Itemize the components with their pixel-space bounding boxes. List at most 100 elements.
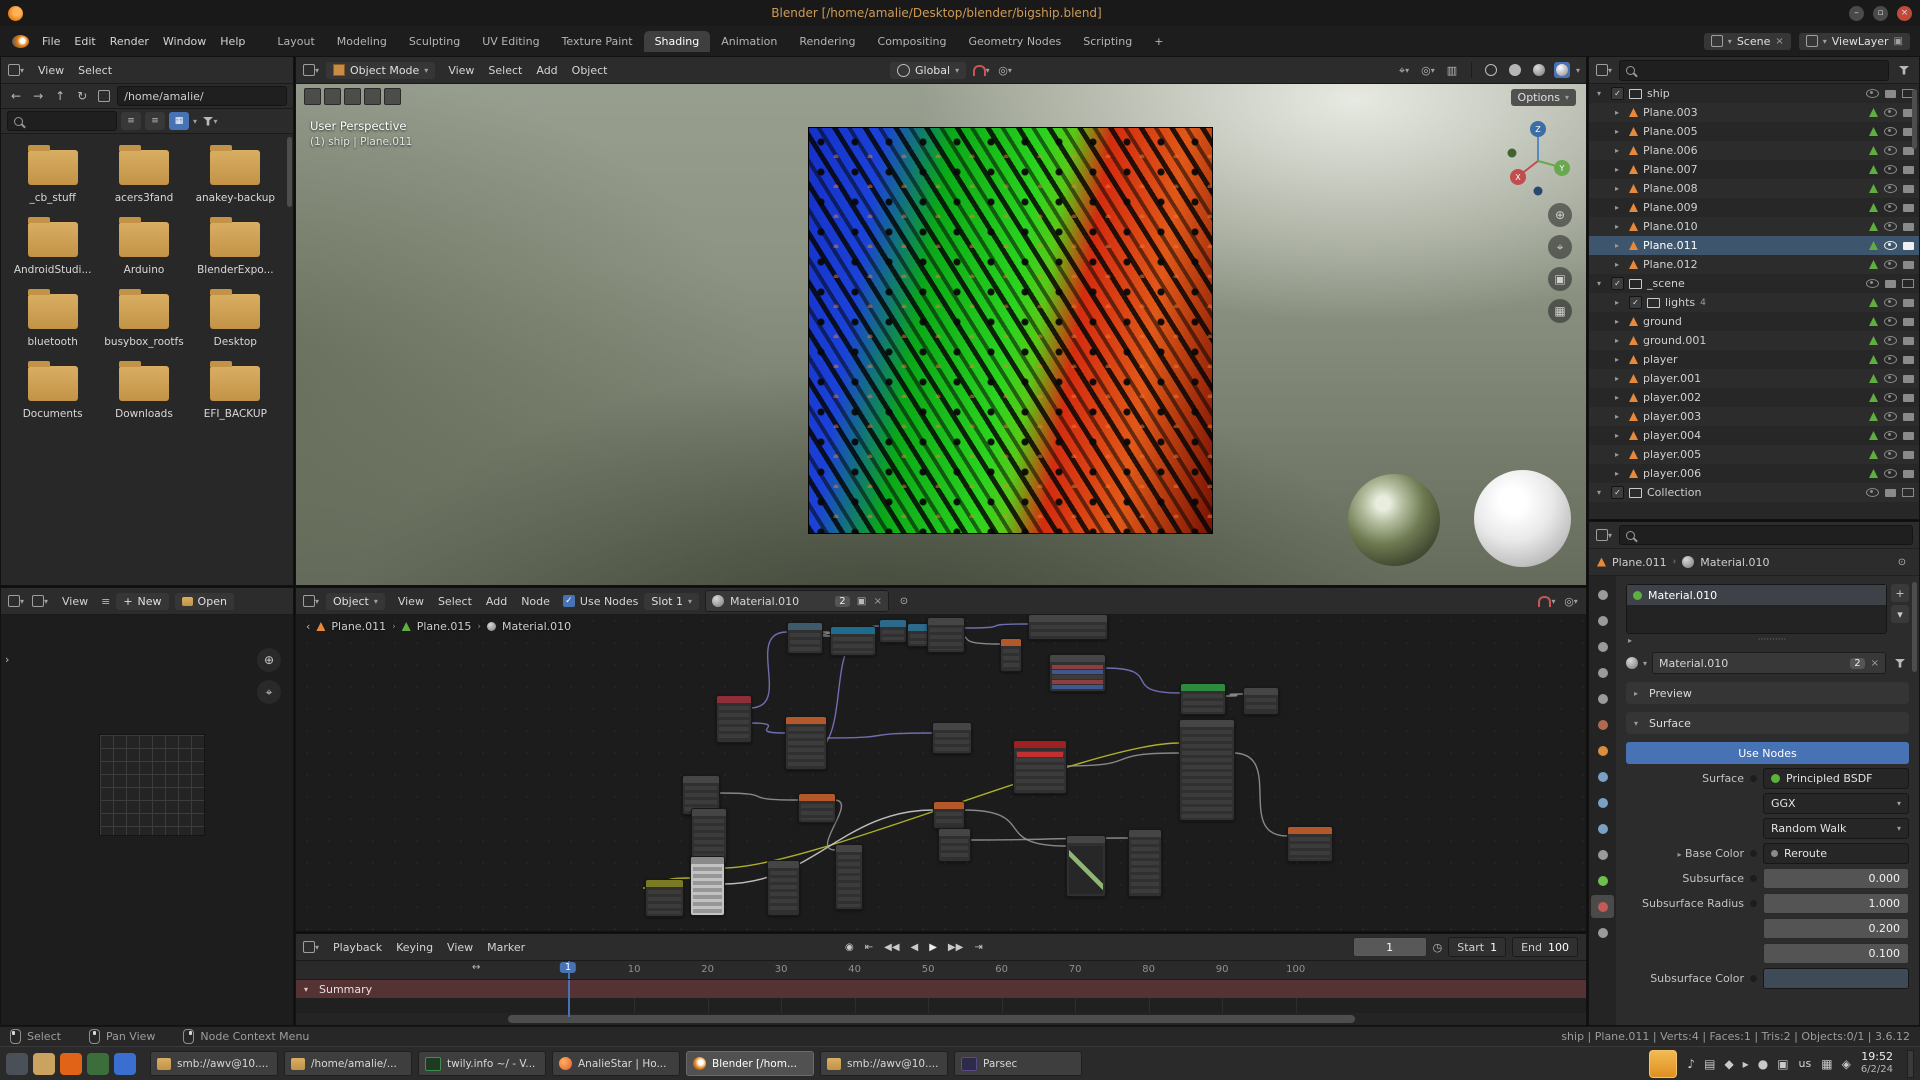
eye-icon[interactable] <box>1884 108 1897 117</box>
outliner-item-plane-012[interactable]: ▸Plane.012 <box>1589 255 1919 274</box>
workspace-tab-layout[interactable]: Layout <box>266 31 325 52</box>
snap-toggle[interactable]: ▾ <box>972 61 990 79</box>
workspace-tab-rendering[interactable]: Rendering <box>788 31 866 52</box>
outliner-collection-collection[interactable]: ▾✓Collection <box>1589 483 1919 502</box>
prev-keyframe-button[interactable]: ◀◀ <box>880 940 903 955</box>
file-folder-busybox-rootfs[interactable]: busybox_rootfs <box>98 288 189 348</box>
workspace-tab-geometry-nodes[interactable]: Geometry Nodes <box>957 31 1072 52</box>
file-folder-bluetooth[interactable]: bluetooth <box>7 288 98 348</box>
tray-icon-1[interactable]: ♪ <box>1687 1057 1695 1071</box>
navigation-gizmo[interactable]: Z X Y <box>1502 117 1574 201</box>
outliner-item-plane-005[interactable]: ▸Plane.005 <box>1589 122 1919 141</box>
toggle-ortho-icon[interactable]: ▦ <box>1548 299 1572 323</box>
taskbar-window-smb-awv-10[interactable]: smb://awv@10.... <box>820 1051 948 1076</box>
shading-wireframe-button[interactable] <box>1482 61 1500 79</box>
collection-checkbox[interactable]: ✓ <box>1611 486 1624 499</box>
outliner-item-ground-001[interactable]: ▸ground.001 <box>1589 331 1919 350</box>
workspace-tab-shading[interactable]: Shading <box>644 31 711 52</box>
outliner-item-lights[interactable]: ▸✓lights4 <box>1589 293 1919 312</box>
end-frame-field[interactable]: End100 <box>1512 937 1578 957</box>
expand-icon[interactable]: ▾ <box>1597 488 1606 497</box>
eye-icon[interactable] <box>1884 241 1897 250</box>
properties-tab-tool[interactable] <box>1591 583 1614 606</box>
display-vertical-list-button[interactable]: ≡ <box>121 112 141 130</box>
workspace-tab-sculpting[interactable]: Sculpting <box>398 31 471 52</box>
taskbar-window-twily-info-v[interactable]: twily.info ~/ - V... <box>418 1051 546 1076</box>
search-input[interactable] <box>7 111 117 131</box>
timeline-scrollbar[interactable] <box>296 1013 1586 1025</box>
outliner-item-plane-011[interactable]: ▸Plane.011 <box>1589 236 1919 255</box>
shader-node-18[interactable] <box>835 844 863 910</box>
slot-dropdown[interactable]: Slot 1▾ <box>644 593 699 610</box>
eye-icon[interactable] <box>1884 146 1897 155</box>
expand-icon[interactable]: ▸ <box>1615 355 1624 364</box>
proportional-editing-toggle[interactable]: ◎▾ <box>996 61 1014 79</box>
show-desktop-button[interactable] <box>1907 1050 1914 1078</box>
orientation-dropdown[interactable]: Global ▾ <box>890 62 966 79</box>
zoom-tool-icon[interactable]: ⊕ <box>1548 203 1572 227</box>
camera-icon[interactable] <box>1885 280 1896 288</box>
blender-logo-icon[interactable] <box>12 35 29 48</box>
maximize-button[interactable]: ▫ <box>1873 6 1888 21</box>
workspace-tab-compositing[interactable]: Compositing <box>867 31 958 52</box>
users-count-badge[interactable]: 2 <box>1850 658 1864 669</box>
viewlayer-selector[interactable]: ▾ ViewLayer ▣ <box>1799 33 1910 50</box>
expand-icon[interactable]: ▸ <box>1615 317 1624 326</box>
camera-icon[interactable] <box>1903 451 1914 459</box>
subsurface-radius-x-slider[interactable]: 1.000 <box>1763 893 1909 914</box>
outliner-item-plane-009[interactable]: ▸Plane.009 <box>1589 198 1919 217</box>
breadcrumb-object[interactable]: Plane.011 <box>1612 556 1667 569</box>
base-color-input[interactable]: Reroute <box>1763 843 1909 864</box>
camera-icon[interactable] <box>1903 242 1914 250</box>
new-image-button[interactable]: + New <box>116 593 168 610</box>
outliner-item-ground[interactable]: ▸ground <box>1589 312 1919 331</box>
camera-icon[interactable] <box>1903 261 1914 269</box>
close-button[interactable]: × <box>1897 6 1912 21</box>
eye-icon[interactable] <box>1884 336 1897 345</box>
file-folder-acers3fand[interactable]: acers3fand <box>98 144 189 204</box>
zoom-handle-icon[interactable]: ↔ <box>472 963 480 973</box>
mode-dropdown[interactable]: Object Mode ▾ <box>326 62 435 79</box>
tool-icon[interactable] <box>344 88 361 105</box>
expand-icon[interactable]: ▸ <box>1615 374 1624 383</box>
gizmos-toggle[interactable]: ⌖▾ <box>1395 61 1413 79</box>
workspace-add-button[interactable]: + <box>1143 31 1174 52</box>
shader-node-26[interactable] <box>1287 826 1333 862</box>
jump-to-start-button[interactable]: ⇤ <box>861 940 877 955</box>
properties-tab-constraints[interactable] <box>1591 843 1614 866</box>
xray-toggle[interactable]: ▥ <box>1443 61 1461 79</box>
material-slot-list[interactable]: Material.010 <box>1626 584 1887 634</box>
shader-node-12[interactable] <box>932 722 972 754</box>
copy-icon[interactable]: ▣ <box>856 592 868 610</box>
tray-icon-b2[interactable]: ◈ <box>1842 1057 1851 1071</box>
camera-icon[interactable] <box>1885 90 1896 98</box>
camera-icon[interactable] <box>1903 432 1914 440</box>
eye-icon[interactable] <box>1884 450 1897 459</box>
scrollbar[interactable] <box>287 137 292 207</box>
menu-select[interactable]: Select <box>431 593 479 610</box>
screen-icon[interactable] <box>1902 279 1914 288</box>
workspace-tab-animation[interactable]: Animation <box>710 31 788 52</box>
move-view-tool-icon[interactable]: ⌖ <box>1548 235 1572 259</box>
keyboard-layout-indicator[interactable]: us <box>1799 1057 1812 1070</box>
shader-node-22[interactable] <box>933 801 965 829</box>
shading-dropdown-icon[interactable]: ▾ <box>1576 66 1580 75</box>
outliner-item-plane-003[interactable]: ▸Plane.003 <box>1589 103 1919 122</box>
eye-icon[interactable] <box>1884 222 1897 231</box>
menu-playback[interactable]: Playback <box>326 939 389 956</box>
textured-plane-object[interactable] <box>808 127 1213 534</box>
menu-window[interactable]: Window <box>156 33 213 50</box>
outliner-search-input[interactable] <box>1619 60 1889 81</box>
shader-node-19[interactable] <box>767 860 800 916</box>
camera-icon[interactable] <box>1903 204 1914 212</box>
distribution-dropdown[interactable]: GGX▾ <box>1763 793 1909 814</box>
eye-icon[interactable] <box>1884 165 1897 174</box>
shader-node-25[interactable] <box>1128 829 1162 897</box>
properties-tab-object[interactable] <box>1591 739 1614 762</box>
shader-node-6[interactable] <box>1028 614 1108 640</box>
material-id-field[interactable]: Material.010 2 ▣ × <box>705 590 889 612</box>
file-folder-cb-stuff[interactable]: _cb_stuff <box>7 144 98 204</box>
shader-node-11[interactable] <box>785 716 827 770</box>
menu-view[interactable]: View <box>391 593 431 610</box>
node-graph[interactable] <box>296 588 1586 931</box>
